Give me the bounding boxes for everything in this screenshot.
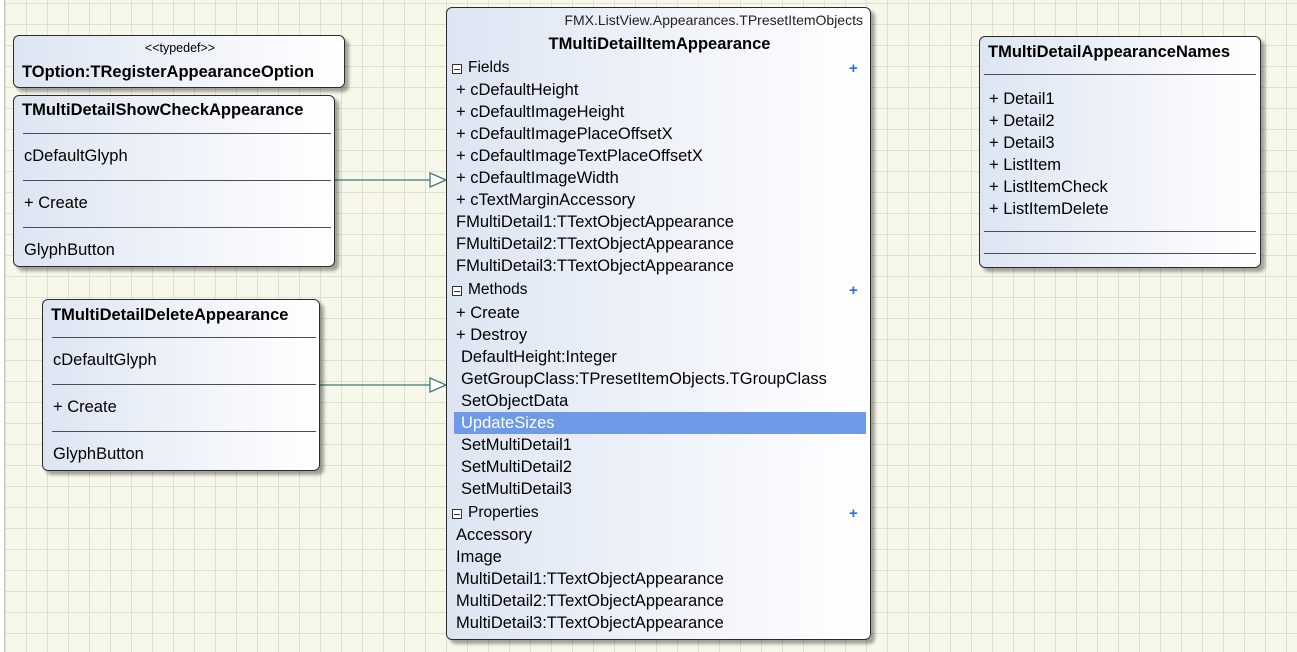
delete-class-box[interactable]: TMultiDetailDeleteAppearance cDefaultGly… (42, 299, 320, 471)
field-item[interactable]: FMultiDetail2:TTextObjectAppearance (456, 235, 734, 254)
method-item[interactable]: SetMultiDetail3 (461, 480, 572, 499)
divider (23, 227, 331, 228)
connector-showcheck-to-main[interactable] (335, 172, 448, 188)
property-item[interactable]: Image (456, 548, 502, 567)
property-item[interactable]: MultiDetail2:TTextObjectAppearance (456, 592, 724, 611)
main-class-box[interactable]: FMX.ListView.Appearances.TPresetItemObje… (446, 7, 871, 640)
divider (52, 337, 316, 338)
showcheck-property[interactable]: GlyphButton (24, 241, 115, 260)
enum-item[interactable]: + ListItem (989, 156, 1061, 175)
method-item[interactable]: + Create (456, 304, 520, 323)
showcheck-class-box[interactable]: TMultiDetailShowCheckAppearance cDefault… (13, 95, 335, 267)
enum-item[interactable]: + Detail1 (989, 90, 1055, 109)
connector-delete-to-main[interactable] (320, 377, 448, 393)
main-class-title: TMultiDetailItemAppearance (548, 35, 771, 53)
field-item[interactable]: + cDefaultImageTextPlaceOffsetX (456, 147, 703, 166)
generalization-arrowhead-icon (429, 377, 448, 393)
main-class-namespace: FMX.ListView.Appearances.TPresetItemObje… (564, 12, 863, 28)
divider (23, 133, 331, 134)
plus-icon[interactable]: + (849, 61, 858, 76)
divider (984, 253, 1256, 254)
field-item[interactable]: + cDefaultImagePlaceOffsetX (456, 125, 673, 144)
collapse-box-icon[interactable] (452, 509, 462, 519)
plus-icon[interactable]: + (849, 283, 858, 298)
showcheck-class-title: TMultiDetailShowCheckAppearance (22, 101, 304, 119)
divider (984, 74, 1256, 75)
showcheck-method[interactable]: + Create (24, 194, 88, 213)
field-item[interactable]: + cDefaultHeight (456, 81, 578, 100)
names-class-box[interactable]: TMultiDetailAppearanceNames + Detail1 + … (979, 36, 1261, 268)
delete-class-title: TMultiDetailDeleteAppearance (51, 306, 289, 324)
divider (984, 231, 1256, 232)
property-item[interactable]: MultiDetail1:TTextObjectAppearance (456, 570, 724, 589)
fields-section-label[interactable]: Fields (468, 59, 509, 77)
collapse-box-icon[interactable] (452, 286, 462, 296)
method-item[interactable]: + Destroy (456, 326, 527, 345)
field-item[interactable]: + cDefaultImageWidth (456, 169, 619, 188)
delete-property[interactable]: GlyphButton (53, 445, 144, 464)
method-item[interactable]: SetMultiDetail1 (461, 436, 572, 455)
plus-icon[interactable]: + (849, 506, 858, 521)
field-item[interactable]: FMultiDetail1:TTextObjectAppearance (456, 213, 734, 232)
divider (52, 384, 316, 385)
delete-method[interactable]: + Create (53, 398, 117, 417)
property-item[interactable]: Accessory (456, 526, 532, 545)
enum-item[interactable]: + Detail3 (989, 134, 1055, 153)
generalization-arrowhead-icon (429, 172, 448, 188)
property-item[interactable]: MultiDetail3:TTextObjectAppearance (456, 614, 724, 633)
properties-section-label[interactable]: Properties (468, 504, 539, 522)
typedef-class-box[interactable]: <<typedef>> TOption:TRegisterAppearanceO… (13, 35, 345, 88)
typedef-name: TOption:TRegisterAppearanceOption (22, 63, 315, 81)
field-item[interactable]: + cTextMarginAccessory (456, 191, 635, 210)
typedef-stereotype: <<typedef>> (144, 41, 216, 55)
names-class-title: TMultiDetailAppearanceNames (988, 43, 1231, 61)
method-item[interactable]: SetObjectData (461, 392, 568, 411)
enum-item[interactable]: + ListItemCheck (989, 178, 1108, 197)
enum-item[interactable]: + ListItemDelete (989, 200, 1109, 219)
method-item[interactable]: SetMultiDetail2 (461, 458, 572, 477)
showcheck-field[interactable]: cDefaultGlyph (24, 147, 128, 166)
field-item[interactable]: + cDefaultImageHeight (456, 103, 624, 122)
enum-item[interactable]: + Detail2 (989, 112, 1055, 131)
divider (23, 180, 331, 181)
field-item[interactable]: FMultiDetail3:TTextObjectAppearance (456, 257, 734, 276)
divider (52, 431, 316, 432)
method-item-selected[interactable]: UpdateSizes (461, 414, 555, 433)
methods-section-label[interactable]: Methods (468, 281, 527, 299)
method-item[interactable]: DefaultHeight:Integer (461, 348, 617, 367)
delete-field[interactable]: cDefaultGlyph (53, 351, 157, 370)
collapse-box-icon[interactable] (452, 64, 462, 74)
method-item[interactable]: GetGroupClass:TPresetItemObjects.TGroupC… (461, 370, 827, 389)
